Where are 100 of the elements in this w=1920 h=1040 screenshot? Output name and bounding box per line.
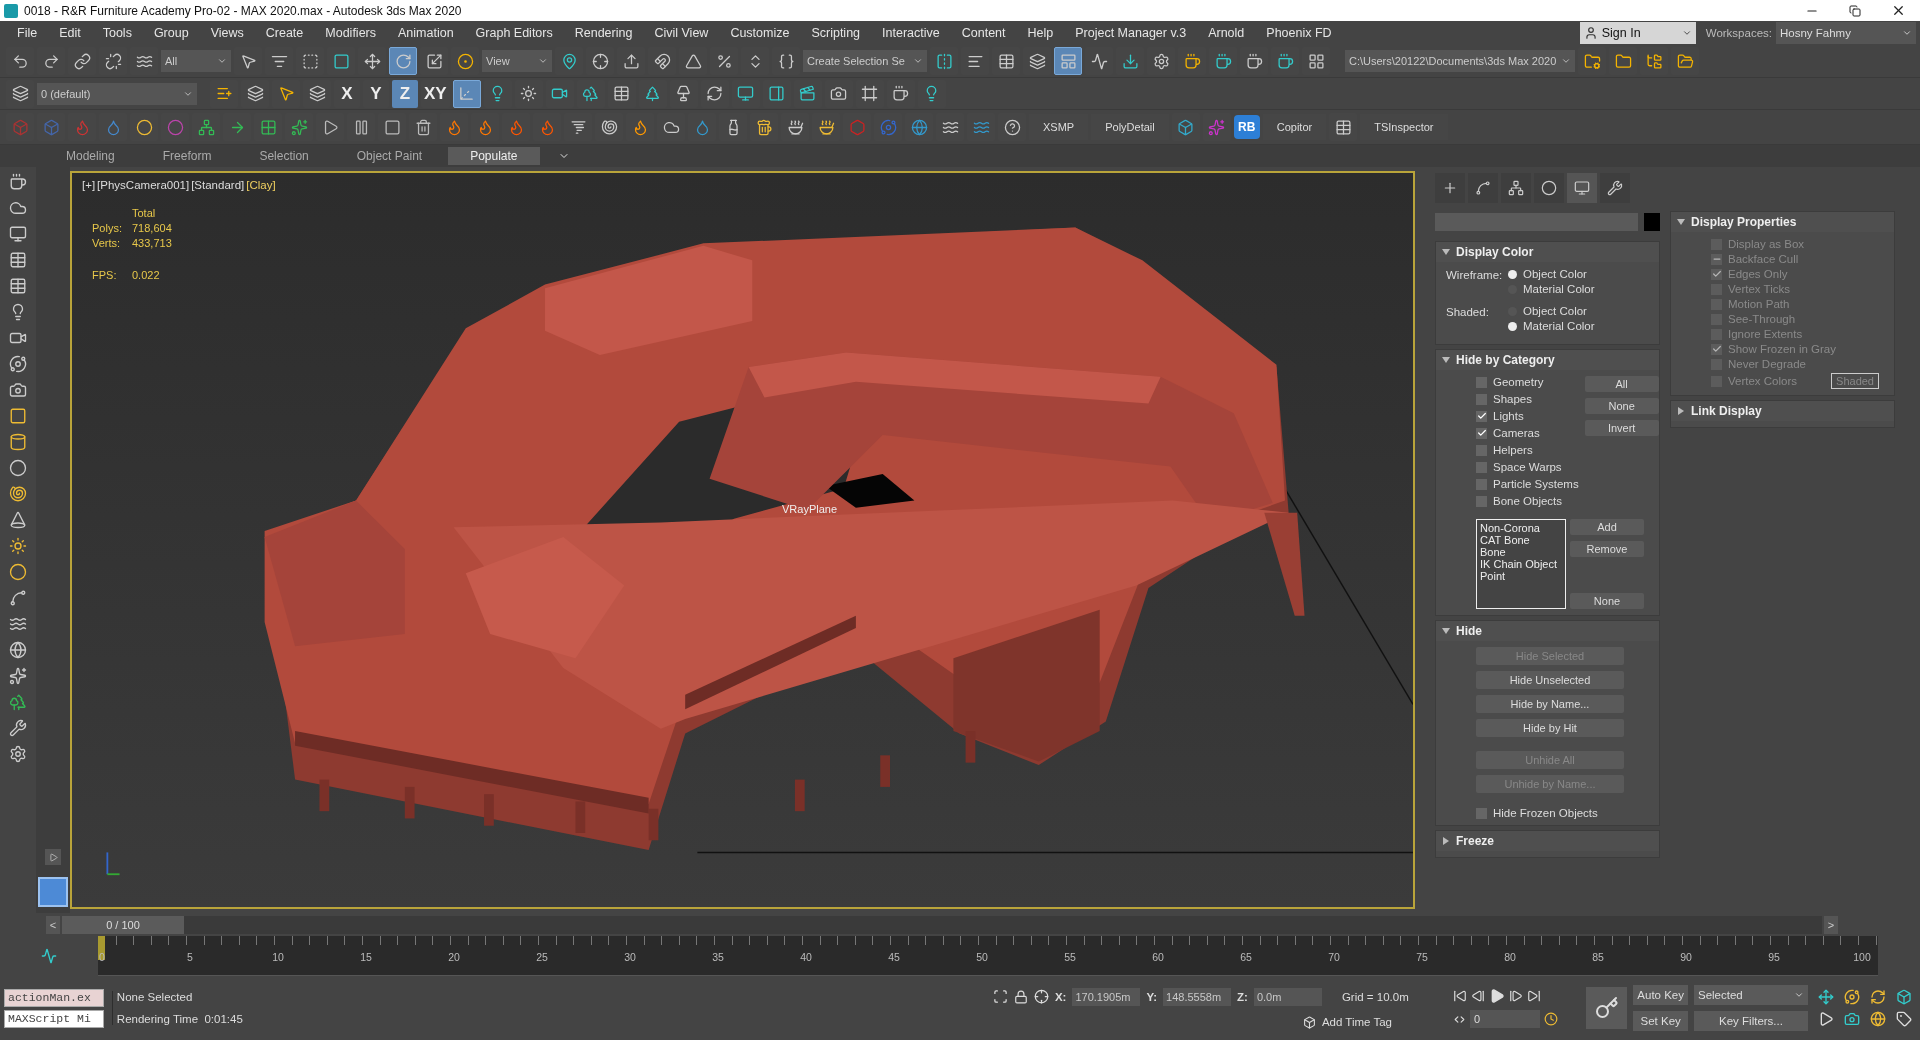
checkbox-label: Backface Cull xyxy=(1728,253,1799,265)
rollout-header[interactable]: Display Color xyxy=(1436,242,1659,262)
option-label: Material Color xyxy=(1523,283,1595,295)
plugin-badge-button[interactable]: RB xyxy=(1233,115,1260,139)
frame-tick-label: 40 xyxy=(800,951,812,963)
menu-item[interactable]: Interactive xyxy=(871,26,951,40)
group-label: Wireframe: xyxy=(1446,268,1504,283)
list-item[interactable]: Non-Corona xyxy=(1480,522,1562,534)
menu-item[interactable]: Phoenix FD xyxy=(1255,26,1343,40)
rendering-time: Rendering Time 0:01:45 xyxy=(116,1013,244,1025)
stat-label: Verts: xyxy=(92,237,122,249)
object-label: VRayPlane xyxy=(782,503,838,515)
maxscript-listener-field[interactable]: actionMan.ex xyxy=(4,988,104,1007)
stat-value: 0.022 xyxy=(132,269,161,281)
rollout-header[interactable]: Display Properties xyxy=(1671,212,1894,232)
ribbon-tab[interactable]: Populate xyxy=(448,147,540,165)
menu-item[interactable]: Tools xyxy=(91,26,143,40)
frame-tick-label: 85 xyxy=(1592,951,1604,963)
frame-tick-label: 5 xyxy=(187,951,193,963)
menu-item[interactable]: Modifiers xyxy=(314,26,387,40)
menu-item[interactable]: Help xyxy=(1016,26,1065,40)
menu-item[interactable]: Graph Editors xyxy=(464,26,564,40)
frame-tick-label: 45 xyxy=(888,951,900,963)
coordinate-field[interactable]: 170.1905m xyxy=(1072,987,1141,1006)
frame-tick-label: 55 xyxy=(1064,951,1076,963)
menu-item[interactable]: File xyxy=(6,26,49,40)
hide-button[interactable]: Hide by Hit xyxy=(1476,719,1624,737)
menu-item[interactable]: Arnold xyxy=(1197,26,1256,40)
current-frame-field[interactable]: 0 xyxy=(1469,1010,1540,1028)
group-label: Shaded: xyxy=(1446,305,1490,320)
category-button[interactable]: Invert xyxy=(1584,420,1659,436)
key-filters-button[interactable]: Key Filters... xyxy=(1694,1011,1808,1031)
menu-item[interactable]: Scripting xyxy=(800,26,872,40)
rollout-header[interactable]: Freeze xyxy=(1436,831,1659,851)
category-list[interactable]: Non-Corona CAT Bone Bone IK Chain Object Point xyxy=(1476,519,1566,609)
rollout-header[interactable]: Hide by Category xyxy=(1436,350,1659,370)
checkbox-label: Ignore Extents xyxy=(1728,328,1803,340)
frame-tick-label: 60 xyxy=(1152,951,1164,963)
menu-item[interactable]: Customize xyxy=(719,26,801,40)
viewport-label[interactable]: [PhysCamera001] xyxy=(97,179,190,191)
menu-item[interactable]: Edit xyxy=(48,26,92,40)
frame-tick-label: 35 xyxy=(712,951,724,963)
checkbox-label: Cameras xyxy=(1493,427,1540,439)
menu-item[interactable]: Views xyxy=(199,26,255,40)
add-time-tag-link[interactable]: Add Time Tag xyxy=(1321,1016,1392,1028)
menu-item[interactable]: Project Manager v.3 xyxy=(1064,26,1198,40)
checkbox-label: Particle Systems xyxy=(1493,478,1579,490)
list-button[interactable]: Remove xyxy=(1570,541,1644,557)
menu-item[interactable]: Content xyxy=(950,26,1017,40)
workspace-dropdown[interactable]: Hosny Fahmy xyxy=(1776,22,1916,44)
menu-item[interactable]: Group xyxy=(142,26,200,40)
viewport[interactable]: [+] [PhysCamera001] [Standard] [Clay] Total Polys: 718,604 Verts: 433,713 FPS: 0.022 VRayPlane xyxy=(70,171,1415,909)
viewport-label[interactable]: [Clay] xyxy=(246,179,276,191)
option-label: Object Color xyxy=(1523,268,1587,280)
menu-item[interactable]: Create xyxy=(254,26,315,40)
next-frame-button[interactable]: > xyxy=(1824,915,1838,934)
list-item[interactable]: Point xyxy=(1480,570,1562,582)
hide-button[interactable]: Hide Unselected xyxy=(1476,671,1624,689)
list-item[interactable]: IK Chain Object xyxy=(1480,558,1562,570)
layer-dropdown[interactable]: 0 (default) xyxy=(37,82,197,105)
frame-tick-label: 100 xyxy=(1853,951,1871,963)
time-slider-track[interactable]: 0 / 100 xyxy=(62,915,1822,934)
menu-item[interactable]: Animation xyxy=(387,26,465,40)
list-button[interactable]: Add xyxy=(1570,519,1644,535)
sign-in-dropdown[interactable]: Sign In xyxy=(1579,22,1696,44)
auto-key-button[interactable]: Auto Key xyxy=(1633,985,1688,1005)
list-item[interactable]: Bone xyxy=(1480,546,1562,558)
rollout-header[interactable]: Link Display xyxy=(1671,401,1894,421)
checkbox-label: Motion Path xyxy=(1728,298,1790,310)
project-path-dropdown[interactable]: C:\Users\20122\Documents\3ds Max 2020 xyxy=(1345,50,1575,72)
rollout-header[interactable]: Hide xyxy=(1436,621,1659,641)
hide-button[interactable]: Hide by Name... xyxy=(1476,695,1624,713)
frame-tick-label: 0 xyxy=(99,951,105,963)
frame-tick-label: 20 xyxy=(448,951,460,963)
menu-item[interactable]: Civil View xyxy=(643,26,720,40)
frame-tick-label: 80 xyxy=(1504,951,1516,963)
dropdown[interactable]: All xyxy=(161,50,231,72)
checkbox-label: Helpers xyxy=(1493,444,1533,456)
track-bar[interactable]: 0 5 10 15 20 25 30 35 40 45 50 55 60 65 70 75 80 85 90 95 100 xyxy=(98,936,1878,976)
coordinate-field[interactable]: 0.0m xyxy=(1253,987,1322,1006)
checkbox-label: Edges Only xyxy=(1728,268,1788,280)
coordinate-field[interactable]: 148.5558m xyxy=(1163,987,1232,1006)
menu-item[interactable]: Rendering xyxy=(563,26,644,40)
checkbox-label: Hide Frozen Objects xyxy=(1493,807,1598,819)
set-key-button[interactable]: Set Key xyxy=(1633,1011,1688,1031)
category-button[interactable]: None xyxy=(1584,398,1659,414)
frame-tick-label: 25 xyxy=(536,951,548,963)
viewport-label[interactable]: [Standard] xyxy=(191,179,245,191)
list-button[interactable]: None xyxy=(1570,593,1644,609)
dropdown[interactable]: Create Selection Se xyxy=(803,50,927,72)
list-item[interactable]: CAT Bone xyxy=(1480,534,1562,546)
maxscript-listener-field[interactable]: MAXScript Mi xyxy=(4,1009,104,1028)
time-slider-thumb[interactable]: 0 / 100 xyxy=(62,915,184,934)
previous-frame-button[interactable]: < xyxy=(46,915,60,934)
category-button[interactable]: All xyxy=(1584,376,1659,392)
checkbox-label: Space Warps xyxy=(1493,461,1562,473)
key-mode-dropdown[interactable]: Selected xyxy=(1694,985,1808,1005)
frame-tick-label: 30 xyxy=(624,951,636,963)
dropdown[interactable]: View xyxy=(482,50,552,72)
viewport-label[interactable]: [+] xyxy=(82,179,96,191)
